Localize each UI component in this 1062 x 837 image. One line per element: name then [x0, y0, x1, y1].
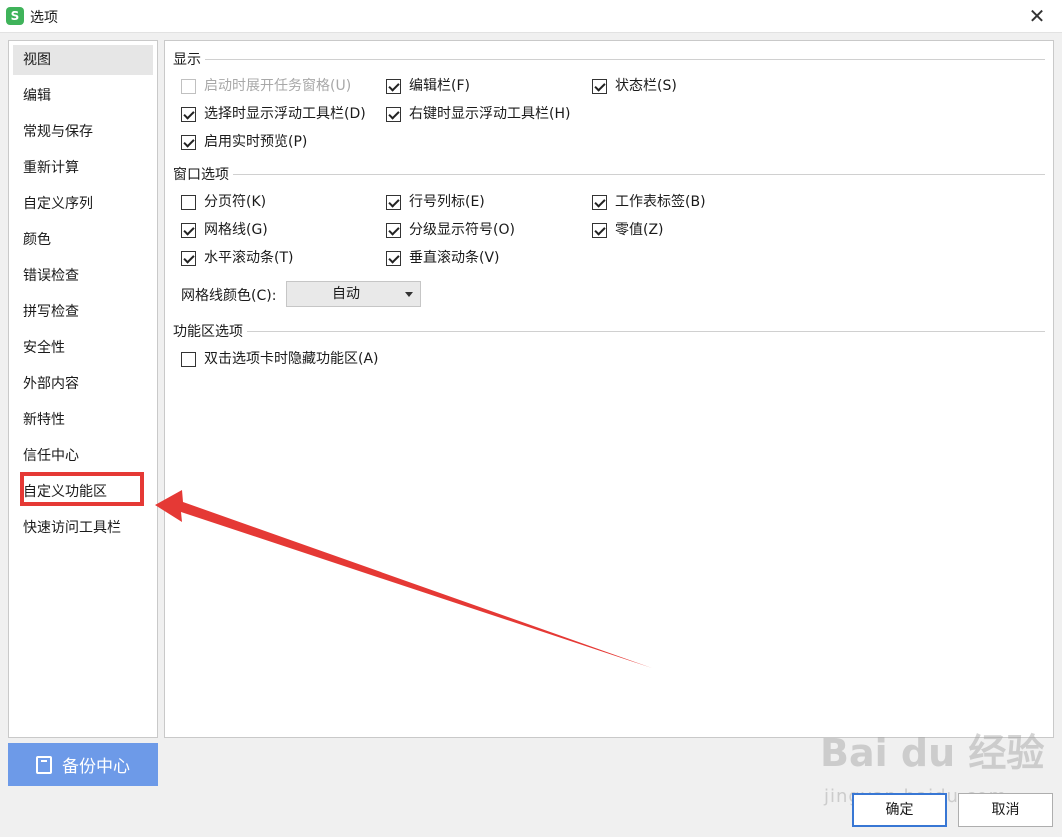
section-divider: [173, 174, 1045, 175]
sidebar-item-quick-access-toolbar[interactable]: 快速访问工具栏: [13, 513, 153, 543]
checkbox-vertical-scrollbar[interactable]: 垂直滚动条(V): [386, 248, 500, 268]
section-divider: [173, 331, 1045, 332]
checkbox-live-preview[interactable]: 启用实时预览(P): [181, 132, 307, 152]
checkbox-sheet-tabs[interactable]: 工作表标签(B): [592, 192, 706, 212]
checkbox-checked-icon: [592, 78, 607, 94]
checkbox-label: 选择时显示浮动工具栏(D): [204, 106, 366, 122]
checkbox-label: 状态栏(S): [615, 78, 677, 94]
backup-icon: [36, 755, 52, 774]
sidebar-item-new-features[interactable]: 新特性: [13, 405, 153, 435]
checkbox-float-toolbar-select[interactable]: 选择时显示浮动工具栏(D): [181, 104, 366, 124]
checkbox-label: 零值(Z): [615, 222, 664, 238]
checkbox-hide-ribbon-dblclick[interactable]: 双击选项卡时隐藏功能区(A): [181, 349, 379, 369]
checkbox-label: 分页符(K): [204, 194, 267, 210]
checkbox-unchecked-icon: [181, 78, 196, 94]
checkbox-checked-icon: [386, 78, 401, 94]
backup-center-label: 备份中心: [62, 757, 130, 777]
checkbox-label: 右键时显示浮动工具栏(H): [409, 106, 571, 122]
checkbox-label: 网格线(G): [204, 222, 268, 238]
section-window-options: 窗口选项: [173, 164, 1045, 184]
backup-center-button[interactable]: 备份中心: [8, 743, 158, 786]
sidebar-item-external-content[interactable]: 外部内容: [13, 369, 153, 399]
checkbox-outline-symbols[interactable]: 分级显示符号(O): [386, 220, 515, 240]
section-ribbon-options: 功能区选项: [173, 321, 1045, 341]
checkbox-checked-icon: [592, 222, 607, 238]
sidebar-nav: 视图 编辑 常规与保存 重新计算 自定义序列 颜色 错误检查 拼写检查 安全性 …: [8, 40, 158, 738]
checkbox-checked-icon: [181, 222, 196, 238]
checkbox-checked-icon: [592, 194, 607, 210]
sidebar-item-spell-check[interactable]: 拼写检查: [13, 297, 153, 327]
checkbox-label: 启动时展开任务窗格(U): [204, 78, 352, 94]
sidebar-item-customize-ribbon[interactable]: 自定义功能区: [13, 477, 153, 507]
checkbox-formula-bar[interactable]: 编辑栏(F): [386, 76, 470, 96]
checkbox-checked-icon: [181, 106, 196, 122]
app-logo-icon: S: [6, 7, 24, 25]
checkbox-label: 分级显示符号(O): [409, 222, 515, 238]
section-display: 显示: [173, 49, 1045, 69]
close-button[interactable]: ✕: [1024, 4, 1050, 28]
checkbox-label: 行号列标(E): [409, 194, 485, 210]
checkbox-unchecked-icon: [181, 351, 196, 367]
checkbox-label: 双击选项卡时隐藏功能区(A): [204, 351, 379, 367]
sidebar-item-view[interactable]: 视图: [13, 45, 153, 75]
checkbox-checked-icon: [386, 250, 401, 266]
checkbox-checked-icon: [181, 250, 196, 266]
chevron-down-icon: [405, 292, 413, 297]
section-title-ribbon-options: 功能区选项: [173, 321, 247, 341]
checkbox-label: 工作表标签(B): [615, 194, 706, 210]
sidebar-item-general-save[interactable]: 常规与保存: [13, 117, 153, 147]
section-title-display: 显示: [173, 49, 205, 69]
checkbox-label: 垂直滚动条(V): [409, 250, 500, 266]
checkbox-status-bar[interactable]: 状态栏(S): [592, 76, 677, 96]
checkbox-label: 编辑栏(F): [409, 78, 470, 94]
sidebar-item-color[interactable]: 颜色: [13, 225, 153, 255]
checkbox-page-breaks[interactable]: 分页符(K): [181, 192, 266, 212]
ok-button[interactable]: 确定: [852, 793, 947, 827]
section-title-window-options: 窗口选项: [173, 164, 233, 184]
title-bar: S 选项 ✕: [0, 0, 1062, 33]
sidebar-item-security[interactable]: 安全性: [13, 333, 153, 363]
checkbox-checked-icon: [386, 106, 401, 122]
cancel-button[interactable]: 取消: [958, 793, 1053, 827]
checkbox-row-col-headers[interactable]: 行号列标(E): [386, 192, 485, 212]
checkbox-horizontal-scrollbar[interactable]: 水平滚动条(T): [181, 248, 293, 268]
gridline-color-value: 自动: [332, 286, 360, 302]
options-panel: 显示 启动时展开任务窗格(U) 编辑栏(F) 状态栏(S) 选择时显示浮动工具栏…: [164, 40, 1054, 738]
checkbox-checked-icon: [386, 222, 401, 238]
sidebar-item-recalculate[interactable]: 重新计算: [13, 153, 153, 183]
checkbox-checked-icon: [386, 194, 401, 210]
gridline-color-label: 网格线颜色(C):: [181, 288, 277, 304]
window-title: 选项: [30, 10, 58, 26]
sidebar-item-edit[interactable]: 编辑: [13, 81, 153, 111]
sidebar-item-trust-center[interactable]: 信任中心: [13, 441, 153, 471]
checkbox-label: 水平滚动条(T): [204, 250, 294, 266]
sidebar-item-custom-lists[interactable]: 自定义序列: [13, 189, 153, 219]
gridline-color-select[interactable]: 自动: [286, 281, 421, 307]
checkbox-gridlines[interactable]: 网格线(G): [181, 220, 268, 240]
section-divider: [173, 59, 1045, 60]
checkbox-float-toolbar-rightclick[interactable]: 右键时显示浮动工具栏(H): [386, 104, 570, 124]
checkbox-expand-task-pane[interactable]: 启动时展开任务窗格(U): [181, 76, 351, 96]
checkbox-unchecked-icon: [181, 194, 196, 210]
checkbox-label: 启用实时预览(P): [204, 134, 308, 150]
checkbox-checked-icon: [181, 134, 196, 150]
sidebar-item-error-check[interactable]: 错误检查: [13, 261, 153, 291]
checkbox-zero-values[interactable]: 零值(Z): [592, 220, 664, 240]
